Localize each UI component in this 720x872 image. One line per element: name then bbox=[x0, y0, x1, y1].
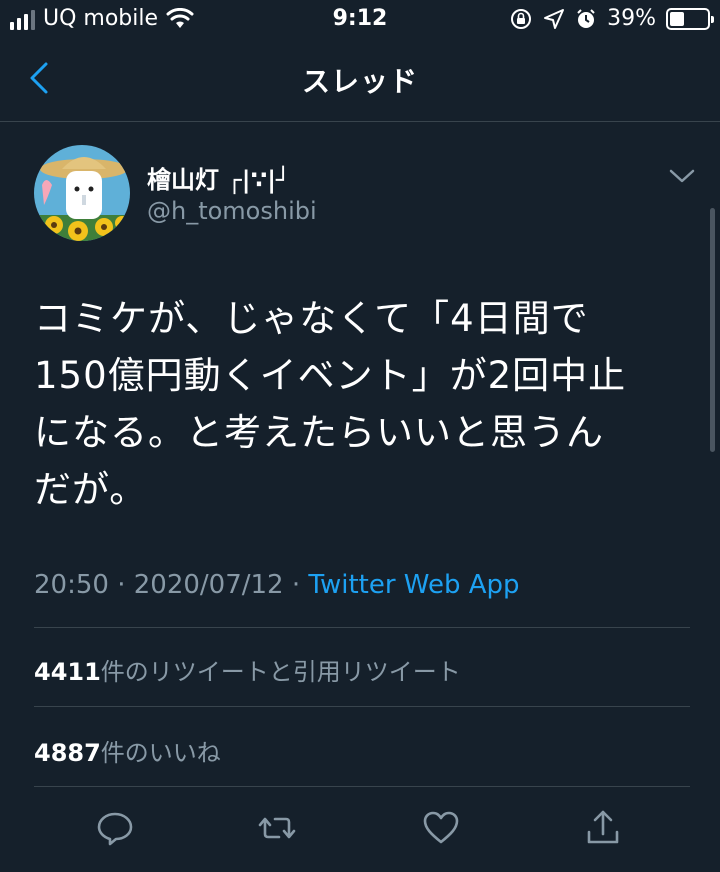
tweet-text: コミケが、じゃなくて「4日間で 150億円動くイベント」が2回中止 になる。と考… bbox=[34, 290, 684, 518]
location-icon bbox=[544, 8, 565, 29]
like-button[interactable] bbox=[419, 806, 463, 850]
meta-separator: · bbox=[117, 570, 126, 600]
retweets-count: 4411 bbox=[34, 658, 101, 686]
divider bbox=[34, 627, 690, 628]
divider bbox=[34, 706, 690, 707]
divider bbox=[34, 786, 690, 787]
reply-icon bbox=[97, 812, 133, 846]
tweet-date: 2020/07/12 bbox=[133, 570, 284, 600]
tweet-source-link[interactable]: Twitter Web App bbox=[308, 570, 519, 600]
tweet-text-line: 150億円動くイベント」が2回中止 bbox=[34, 354, 627, 397]
alarm-icon bbox=[577, 8, 595, 28]
battery-percent: 39% bbox=[607, 6, 656, 31]
username[interactable]: @h_tomoshibi bbox=[147, 197, 317, 225]
tweet-text-line: コミケが、じゃなくて「4日間で bbox=[34, 297, 589, 340]
tweet-time: 20:50 bbox=[34, 570, 109, 600]
page-title: スレッド bbox=[301, 65, 418, 98]
tweet-timestamp: 20:50 · 2020/07/12 · Twitter Web App bbox=[34, 570, 520, 600]
share-button[interactable] bbox=[581, 806, 625, 850]
status-right: 39% bbox=[509, 6, 714, 31]
chevron-down-icon bbox=[669, 169, 695, 183]
likes-label: 件のいいね bbox=[100, 739, 221, 767]
tweet-text-line: だが。 bbox=[34, 468, 148, 511]
retweet-button[interactable] bbox=[255, 806, 299, 850]
nav-bar: スレッド bbox=[0, 40, 720, 122]
retweets-label: 件のリツイートと引用リツイート bbox=[100, 658, 461, 686]
tweet-menu-button[interactable] bbox=[664, 162, 700, 190]
like-icon bbox=[423, 811, 459, 844]
scrollbar[interactable] bbox=[710, 208, 715, 452]
display-name[interactable]: 檜山灯 ┌|∵|┘ bbox=[147, 160, 290, 195]
retweet-icon bbox=[258, 817, 296, 839]
orientation-lock-icon bbox=[511, 8, 532, 29]
status-bar: UQ mobile 9:12 39% bbox=[0, 0, 720, 40]
share-icon bbox=[587, 810, 619, 844]
battery-level bbox=[670, 11, 685, 26]
tweet-text-line: になる。と考えたらいいと思うん bbox=[34, 411, 604, 454]
likes-count: 4887 bbox=[34, 739, 101, 767]
retweets-stat[interactable]: 4411件のリツイートと引用リツイート bbox=[34, 652, 461, 687]
action-bar bbox=[0, 800, 720, 856]
avatar[interactable] bbox=[34, 145, 130, 241]
likes-stat[interactable]: 4887件のいいね bbox=[34, 733, 221, 768]
avatar-image bbox=[34, 145, 130, 241]
reply-button[interactable] bbox=[93, 806, 137, 850]
meta-separator: · bbox=[291, 570, 301, 600]
battery-icon bbox=[666, 7, 714, 30]
